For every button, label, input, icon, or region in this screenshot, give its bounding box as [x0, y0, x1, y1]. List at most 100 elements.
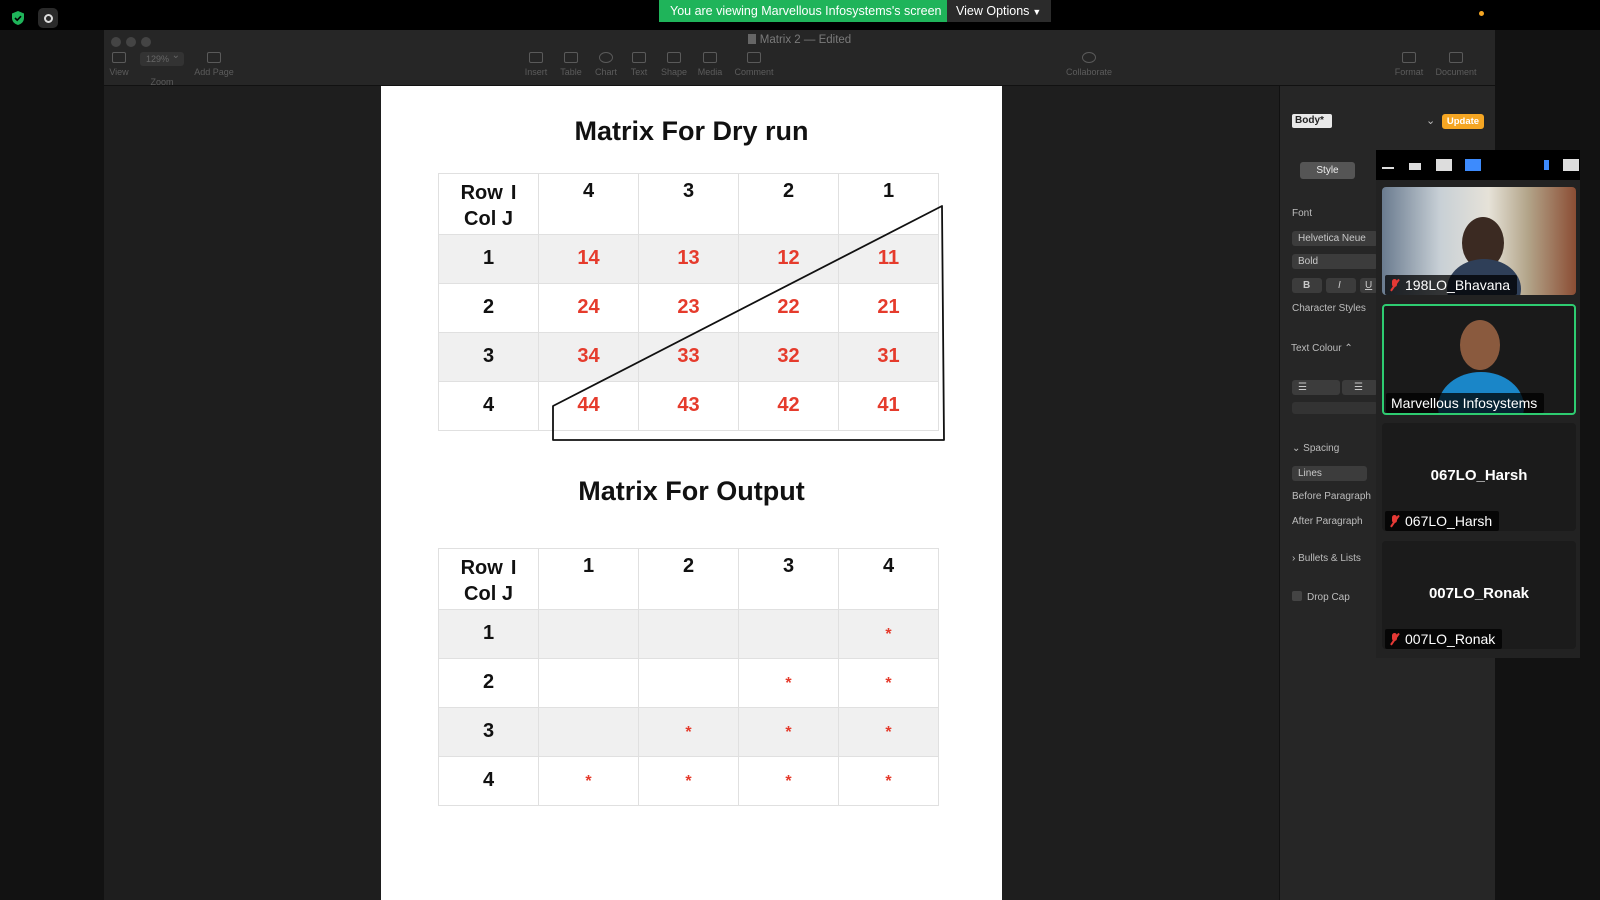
spacing-section[interactable]: ⌄ Spacing [1292, 443, 1339, 454]
row-label: 4 [438, 756, 539, 806]
gallery-view-icon[interactable] [1465, 159, 1481, 171]
mic-muted-icon [1390, 515, 1399, 527]
bullets-lists-section[interactable]: › Bullets & Lists [1292, 553, 1361, 564]
zoom-select[interactable]: 129% [140, 49, 184, 66]
sidebar-icon [112, 52, 126, 63]
align-center-button[interactable]: ☰ [1342, 380, 1378, 395]
table-cell: * [838, 707, 939, 757]
participant-display-name: 007LO_Ronak [1428, 585, 1530, 602]
next-page-icon[interactable] [1544, 160, 1549, 170]
font-family-select[interactable]: Helvetica Neue [1292, 231, 1378, 246]
document-icon [747, 34, 756, 44]
row-label: 2 [438, 658, 539, 708]
update-style-button[interactable]: Update [1442, 114, 1484, 129]
table-row: 3 * * * [438, 707, 939, 757]
chevron-down-icon[interactable]: ⌄ [1426, 114, 1435, 127]
zoom-top-bar: You are viewing Marvellous Infosystems's… [0, 0, 1600, 30]
toolbar-add-page[interactable]: Add Page [192, 52, 236, 77]
align-left-button[interactable]: ☰ [1292, 380, 1340, 395]
table-cell: * [838, 609, 939, 659]
paragraph-style-select[interactable]: Body* [1292, 114, 1332, 128]
speaker-view-icon[interactable] [1409, 163, 1421, 170]
collaborate-icon [1082, 52, 1096, 63]
view-options-button[interactable]: View Options ▼ [947, 0, 1051, 22]
participant-tile[interactable]: 067LO_Harsh 067LO_Harsh [1382, 423, 1576, 531]
participant-tile[interactable]: 198LO_Bhavana [1382, 187, 1576, 295]
table-cell: * [738, 756, 839, 806]
column-header: 2 [638, 548, 739, 610]
chevron-down-icon: ▼ [1032, 7, 1042, 17]
italic-button[interactable]: I [1326, 278, 1356, 293]
participant-tile-active[interactable]: Marvellous Infosystems [1382, 304, 1576, 415]
table-cell [538, 658, 639, 708]
table-cell: * [738, 658, 839, 708]
participant-tile[interactable]: 007LO_Ronak 007LO_Ronak [1382, 541, 1576, 649]
table-row: 4 * * * * [438, 756, 939, 806]
minimize-icon[interactable] [1382, 167, 1394, 169]
table-cell: * [638, 707, 739, 757]
mic-muted-icon [1390, 633, 1399, 645]
toolbar-zoom: Zoom [150, 77, 174, 87]
table-cell [538, 609, 639, 659]
pilcrow-icon [529, 52, 543, 63]
row-label: 3 [438, 707, 539, 757]
gallery-toolbar [1376, 150, 1580, 180]
table-icon [564, 52, 578, 63]
table-cell: * [838, 756, 939, 806]
column-header: 1 [538, 548, 639, 610]
column-header: 4 [838, 548, 939, 610]
participant-name: Marvellous Infosystems [1386, 393, 1545, 413]
font-label: Font [1292, 208, 1313, 219]
drop-cap-checkbox[interactable]: Drop Cap [1292, 591, 1350, 603]
table-cell [738, 609, 839, 659]
table-row: 2 * * [438, 658, 939, 708]
toolbar-format[interactable]: Format [1387, 52, 1431, 77]
participant-video [1460, 320, 1500, 370]
indent-control[interactable] [1292, 402, 1378, 414]
pages-toolbar: Matrix 2 — Edited View 129% Zoom Add Pag… [104, 30, 1495, 87]
shape-icon [667, 52, 681, 63]
paintbrush-icon [1402, 52, 1416, 63]
participant-display-name: 067LO_Harsh [1430, 467, 1528, 484]
character-styles-label: Character Styles [1292, 303, 1366, 314]
table-cell: * [638, 756, 739, 806]
before-paragraph-label: Before Paragraph [1292, 491, 1371, 502]
after-paragraph-label: After Paragraph [1292, 516, 1363, 527]
thumbnail-view-icon[interactable] [1436, 159, 1452, 171]
table-cell [638, 609, 739, 659]
document-title: Matrix 2 — Edited [104, 34, 1495, 46]
bold-button[interactable]: B [1292, 278, 1322, 293]
toolbar-media[interactable]: Media [688, 52, 732, 77]
participant-name: 198LO_Bhavana [1385, 275, 1518, 295]
text-box-icon [632, 52, 646, 63]
text-colour-label[interactable]: Text Colour ⌃ [1291, 343, 1353, 354]
table-cell [638, 658, 739, 708]
toolbar-comment[interactable]: Comment [732, 52, 776, 77]
tab-style[interactable]: Style [1300, 162, 1355, 179]
recording-icon[interactable] [38, 8, 58, 28]
image-icon [703, 52, 717, 63]
status-dot [1479, 11, 1484, 16]
participants-panel: 198LO_Bhavana Marvellous Infosystems 067… [1376, 150, 1580, 658]
exit-fullscreen-icon[interactable] [1563, 159, 1579, 171]
output-title: Matrix For Output [578, 476, 805, 506]
toolbar-collaborate[interactable]: Collaborate [1054, 52, 1124, 77]
table-cell [538, 707, 639, 757]
table-row: 1 * [438, 609, 939, 659]
font-weight-select[interactable]: Bold [1292, 254, 1378, 269]
document-page[interactable]: Matrix For Dry run Row I Col J 4 3 2 1 1 1… [381, 86, 1002, 900]
document-settings-icon [1449, 52, 1463, 63]
participant-name: 067LO_Harsh [1385, 511, 1500, 531]
row-label: 1 [438, 609, 539, 659]
view-options-label: View Options [956, 4, 1030, 18]
shield-check-icon[interactable] [10, 10, 26, 26]
line-spacing-select[interactable]: Lines [1292, 466, 1367, 481]
screen: You are viewing Marvellous Infosystems's… [0, 0, 1600, 900]
toolbar-document[interactable]: Document [1434, 52, 1478, 77]
table-cell: * [738, 707, 839, 757]
chart-icon [599, 52, 613, 63]
screen-share-banner: You are viewing Marvellous Infosystems's… [659, 0, 953, 22]
toolbar-view[interactable]: View [97, 52, 141, 77]
table-cell: * [538, 756, 639, 806]
output-table[interactable]: Row I Col J 1 2 3 4 1 * 2 * * 3 * * * 4 … [438, 548, 939, 806]
